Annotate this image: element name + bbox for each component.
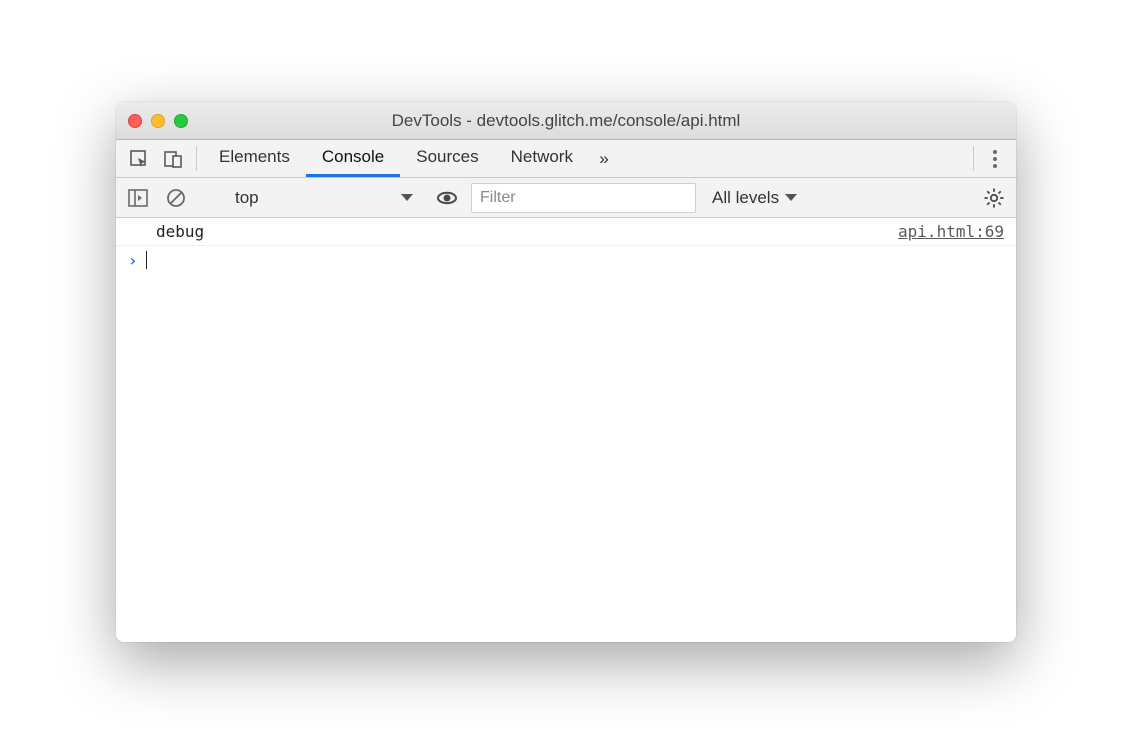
tab-label: Sources <box>416 147 478 167</box>
window-minimize-button[interactable] <box>151 114 165 128</box>
inspect-element-icon[interactable] <box>122 140 156 177</box>
kebab-icon <box>993 150 997 168</box>
tab-label: Network <box>511 147 573 167</box>
window-title: DevTools - devtools.glitch.me/console/ap… <box>128 111 1004 131</box>
console-log-row: debug api.html:69 <box>116 218 1016 246</box>
log-levels-dropdown[interactable]: All levels <box>706 188 803 208</box>
clear-console-icon[interactable] <box>162 184 190 212</box>
more-tabs-button[interactable]: » <box>589 140 619 177</box>
titlebar: DevTools - devtools.glitch.me/console/ap… <box>116 102 1016 140</box>
live-expression-icon[interactable] <box>433 184 461 212</box>
devtools-window: DevTools - devtools.glitch.me/console/ap… <box>116 102 1016 642</box>
text-cursor <box>146 251 147 269</box>
console-settings-icon[interactable] <box>980 184 1008 212</box>
chevron-down-icon <box>785 194 797 201</box>
device-toolbar-icon[interactable] <box>156 140 190 177</box>
levels-label: All levels <box>712 188 779 208</box>
tab-sources[interactable]: Sources <box>400 140 494 177</box>
tab-console[interactable]: Console <box>306 140 400 177</box>
context-value: top <box>235 188 259 208</box>
traffic-lights <box>128 114 188 128</box>
tab-label: Console <box>322 147 384 167</box>
console-sidebar-toggle-icon[interactable] <box>124 184 152 212</box>
tab-label: Elements <box>219 147 290 167</box>
chevron-down-icon <box>401 194 413 201</box>
spacer <box>619 140 967 177</box>
console-toolbar: top All levels <box>116 178 1016 218</box>
log-message: debug <box>156 222 204 241</box>
window-zoom-button[interactable] <box>174 114 188 128</box>
window-close-button[interactable] <box>128 114 142 128</box>
chevron-right-double-icon: » <box>599 149 608 169</box>
log-source-link[interactable]: api.html:69 <box>898 222 1004 241</box>
console-body: debug api.html:69 › <box>116 218 1016 642</box>
divider <box>973 146 974 171</box>
tab-elements[interactable]: Elements <box>203 140 306 177</box>
filter-input[interactable] <box>471 183 696 213</box>
divider <box>196 146 197 171</box>
devtools-tabbar: Elements Console Sources Network » <box>116 140 1016 178</box>
prompt-caret-icon: › <box>128 251 138 270</box>
execution-context-dropdown[interactable]: top <box>223 183 423 213</box>
tab-network[interactable]: Network <box>495 140 589 177</box>
settings-menu-button[interactable] <box>980 140 1010 177</box>
console-prompt-row[interactable]: › <box>116 246 1016 274</box>
